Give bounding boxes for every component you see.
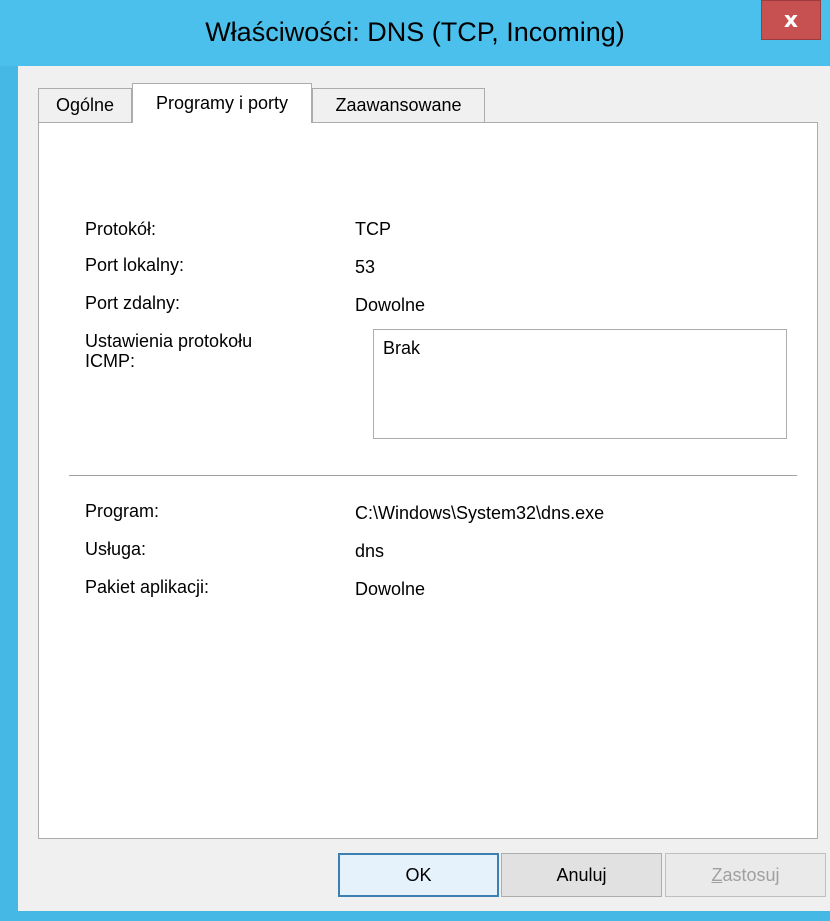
apply-button[interactable]: Zastosuj	[665, 853, 826, 897]
properties-window: Właściwości: DNS (TCP, Incoming) x Ogóln…	[0, 0, 830, 921]
tab-programs-and-ports[interactable]: Programy i porty	[132, 83, 312, 123]
remote-port-label: Port zdalny:	[85, 293, 181, 313]
cancel-button-label: Anuluj	[556, 864, 607, 885]
section-divider	[69, 475, 797, 477]
window-title: Właściwości: DNS (TCP, Incoming)	[205, 17, 625, 47]
service-value: dns	[355, 541, 385, 561]
title-bar[interactable]: Właściwości: DNS (TCP, Incoming) x	[0, 0, 830, 66]
program-label: Program:	[85, 501, 160, 521]
apply-button-label: astosuj	[722, 864, 780, 885]
icmp-settings-box[interactable]: Brak	[373, 329, 787, 439]
tab-general[interactable]: Ogólne	[38, 88, 132, 122]
protocol-label: Protokół:	[85, 219, 157, 239]
cancel-button[interactable]: Anuluj	[501, 853, 662, 897]
app-package-label: Pakiet aplikacji:	[85, 577, 210, 597]
remote-port-value: Dowolne	[355, 295, 426, 315]
local-port-value: 53	[355, 257, 376, 277]
app-package-value: Dowolne	[355, 579, 426, 599]
close-button[interactable]: x	[761, 0, 821, 40]
local-port-label: Port lokalny:	[85, 255, 185, 275]
tab-advanced[interactable]: Zaawansowane	[312, 88, 485, 122]
ok-button-label: OK	[405, 864, 432, 885]
tab-panel-programs-and-ports: Protokół: TCP Port lokalny: 53 Port zdal…	[38, 122, 818, 839]
tab-general-label: Ogólne	[55, 95, 115, 115]
close-icon: x	[783, 7, 799, 33]
tab-advanced-label: Zaawansowane	[335, 95, 462, 115]
program-value: C:\Windows\System32\dns.exe	[355, 503, 605, 523]
tab-programs-and-ports-label: Programy i porty	[155, 93, 289, 113]
apply-mnemonic: Z	[711, 864, 723, 885]
dialog-client-area: Ogólne Programy i porty Zaawansowane Pro…	[18, 66, 830, 911]
ok-button[interactable]: OK	[338, 853, 499, 897]
service-label: Usługa:	[85, 539, 147, 559]
icmp-settings-value: Brak	[383, 338, 421, 358]
protocol-value: TCP	[355, 219, 391, 239]
icmp-settings-label: Ustawienia protokołu ICMP:	[85, 331, 253, 371]
